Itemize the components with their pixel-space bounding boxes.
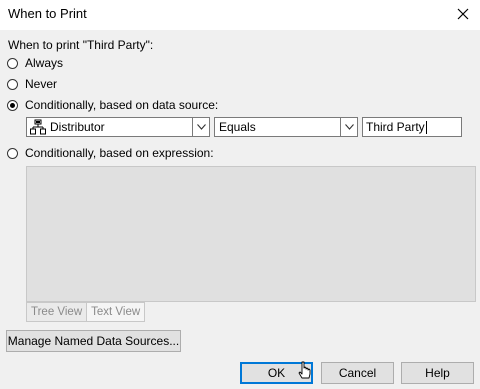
close-button[interactable] <box>446 0 480 28</box>
option-conditional-expression[interactable]: Conditionally, based on expression: <box>7 146 214 160</box>
option-never[interactable]: Never <box>7 77 57 91</box>
option-always[interactable]: Always <box>7 56 63 70</box>
option-conditional-data-source-label: Conditionally, based on data source: <box>25 98 219 112</box>
expression-view-tabs: Tree View Text View <box>26 302 146 322</box>
radio-conditional-data-source[interactable] <box>7 99 18 111</box>
radio-never[interactable] <box>7 78 18 90</box>
title-bar: When to Print <box>0 0 480 30</box>
option-conditional-expression-label: Conditionally, based on expression: <box>25 146 214 160</box>
radio-always[interactable] <box>7 57 18 69</box>
manage-named-data-sources-button[interactable]: Manage Named Data Sources... <box>6 330 181 352</box>
expression-editor <box>26 166 476 302</box>
tab-text-view[interactable]: Text View <box>87 302 146 322</box>
data-source-combo[interactable]: Distributor <box>26 117 210 137</box>
when-to-print-dialog: When to Print When to print "Third Party… <box>0 0 480 389</box>
data-source-dropdown[interactable] <box>192 118 209 136</box>
ok-label: OK <box>267 366 286 380</box>
mouse-cursor-icon <box>298 361 311 379</box>
radio-conditional-expression[interactable] <box>7 147 18 159</box>
compare-value-input[interactable]: Third Party <box>362 117 462 137</box>
chevron-down-icon <box>344 124 354 130</box>
option-never-label: Never <box>25 77 58 91</box>
help-button[interactable]: Help <box>401 362 474 384</box>
chevron-down-icon <box>196 124 206 130</box>
cancel-label: Cancel <box>338 366 377 380</box>
option-always-label: Always <box>25 56 64 70</box>
option-conditional-data-source[interactable]: Conditionally, based on data source: <box>7 98 218 112</box>
window-title: When to Print <box>8 6 87 21</box>
operator-value: Equals <box>219 120 256 134</box>
tab-tree-view[interactable]: Tree View <box>26 302 88 322</box>
compare-value-text: Third Party <box>366 120 425 134</box>
close-icon <box>457 8 469 20</box>
help-label: Help <box>425 366 450 380</box>
operator-combo[interactable]: Equals <box>214 117 358 137</box>
prompt-label: When to print "Third Party": <box>8 38 154 52</box>
data-source-value: Distributor <box>50 120 105 134</box>
text-caret <box>425 121 427 135</box>
data-source-icon <box>30 119 46 135</box>
manage-named-data-sources-label: Manage Named Data Sources... <box>7 334 180 348</box>
cancel-button[interactable]: Cancel <box>321 362 394 384</box>
operator-dropdown[interactable] <box>340 118 357 136</box>
